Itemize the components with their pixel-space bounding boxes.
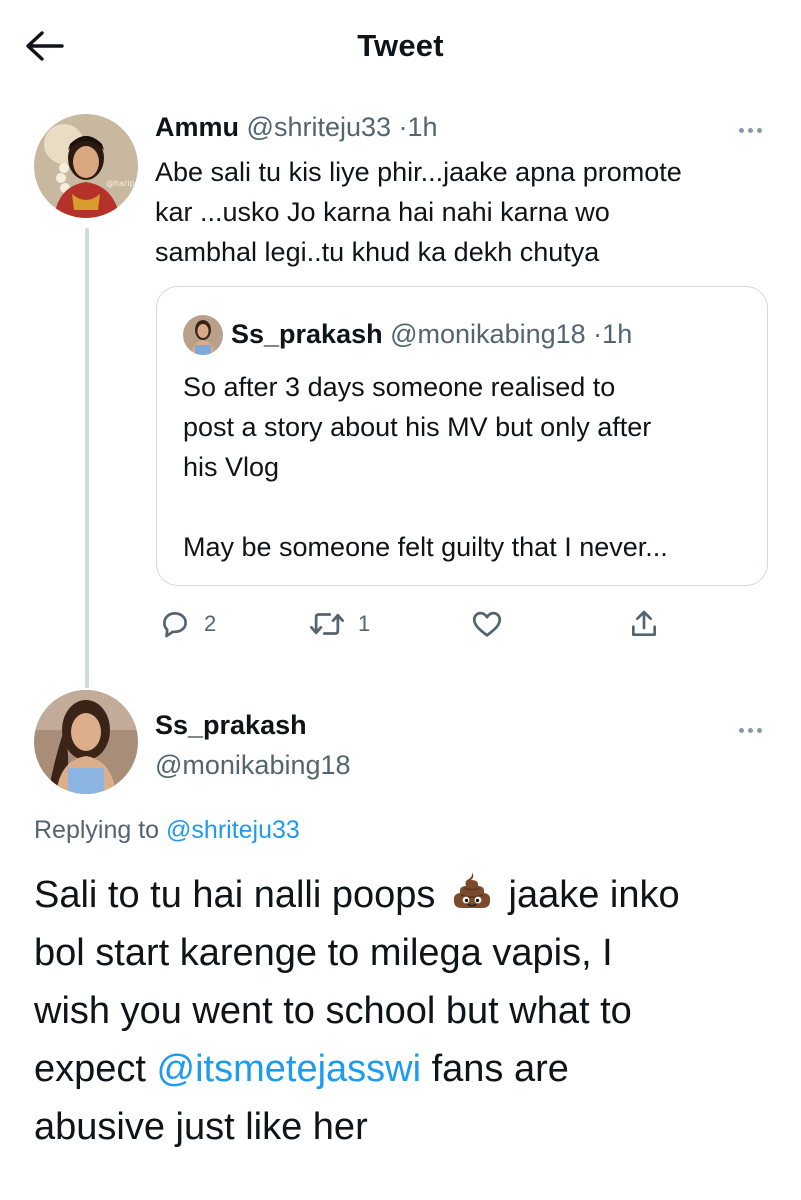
text-segment: fans are	[431, 1048, 569, 1090]
more-dot-icon	[756, 127, 762, 133]
main-text-line: Sali to tu hai nalli poops jaake inko	[34, 866, 774, 924]
main-text-line: wish you went to school but what to	[34, 990, 632, 1032]
reply-button[interactable]: 2	[158, 600, 216, 648]
avatar-watermark: @harip	[106, 179, 135, 188]
main-text-line: bol start karenge to milega vapis, I	[34, 932, 613, 974]
avatar[interactable]: @harip	[34, 114, 138, 218]
more-dot-icon	[756, 727, 762, 733]
avatar[interactable]	[34, 690, 138, 794]
share-button[interactable]	[628, 600, 660, 648]
more-dot-icon	[738, 727, 744, 733]
tweet-action-bar: 2 1	[158, 600, 678, 648]
quoted-text-line: So after 3 days someone realised to	[183, 372, 616, 402]
quoted-tweet-text: So after 3 days someone realised to post…	[183, 367, 753, 567]
tweet-header: Ammu @shriteju33 ·1h	[155, 112, 438, 143]
quoted-avatar	[183, 315, 223, 355]
author-name[interactable]: Ammu	[155, 112, 239, 142]
tweet-text-line: sambhal legi..tu khud ka dekh chutya	[155, 237, 600, 267]
quoted-text-line	[183, 487, 753, 527]
more-options-button[interactable]	[730, 718, 770, 742]
more-dot-icon	[738, 127, 744, 133]
author-handle[interactable]: @shriteju33	[247, 112, 391, 142]
main-text-line: abusive just like her	[34, 1106, 368, 1148]
text-segment: expect	[34, 1048, 146, 1090]
retweet-button[interactable]: 1	[308, 600, 370, 648]
user-photo	[183, 315, 223, 355]
quoted-text-line: post a story about his MV but only after	[183, 412, 652, 442]
text-segment: Sali to tu hai nalli poops	[34, 874, 436, 916]
retweet-count: 1	[358, 611, 371, 636]
user-photo: @harip	[34, 114, 138, 218]
reply-icon	[163, 612, 187, 638]
pile-of-poo-emoji	[453, 872, 491, 908]
quoted-author-handle: @monikabing18	[390, 319, 586, 349]
tweet-time[interactable]: 1h	[408, 112, 438, 142]
main-tweet-text: Sali to tu hai nalli poops jaake inko bo…	[34, 866, 774, 1156]
share-icon	[632, 610, 656, 636]
more-dot-icon	[747, 127, 753, 133]
text-segment: jaake inko	[508, 874, 680, 916]
meta-separator: ·	[593, 319, 603, 349]
like-icon	[472, 611, 502, 637]
more-options-button[interactable]	[730, 118, 770, 142]
page-title: Tweet	[357, 28, 444, 63]
tweet-text-line: kar ...usko Jo karna hai nahi karna wo	[155, 197, 610, 227]
top-bar: Tweet	[0, 0, 801, 92]
tweet-text-line: Abe sali tu kis liye phir...jaake apna p…	[155, 157, 682, 187]
mention-link[interactable]: @itsmetejasswi	[157, 1048, 422, 1090]
reply-count: 2	[204, 611, 217, 636]
replying-to: Replying to @shriteju33	[34, 816, 300, 845]
quoted-tweet-time: 1h	[602, 319, 633, 349]
more-dot-icon	[747, 727, 753, 733]
main-text-line: expect @itsmetejasswi fans are	[34, 1040, 774, 1098]
thread-connector-line	[85, 228, 89, 688]
quoted-text-line: his Vlog	[183, 452, 280, 482]
author-name[interactable]: Ss_prakash	[155, 710, 307, 741]
author-handle[interactable]: @monikabing18	[155, 750, 351, 781]
meta-separator: ·	[398, 112, 408, 142]
like-button[interactable]	[470, 600, 504, 648]
user-photo	[34, 690, 138, 794]
replying-to-handle-link[interactable]: @shriteju33	[166, 816, 300, 844]
tweet-text: Abe sali tu kis liye phir...jaake apna p…	[155, 152, 775, 272]
quoted-tweet-header: Ss_prakash @monikabing18 ·1h	[231, 319, 632, 350]
replying-label: Replying to	[34, 816, 160, 844]
retweet-icon	[310, 613, 344, 635]
quoted-text-line: May be someone felt guilty that I never.…	[183, 532, 668, 562]
quoted-author-name: Ss_prakash	[231, 319, 383, 349]
quoted-tweet-card[interactable]: Ss_prakash @monikabing18 ·1h So after 3 …	[156, 286, 768, 586]
